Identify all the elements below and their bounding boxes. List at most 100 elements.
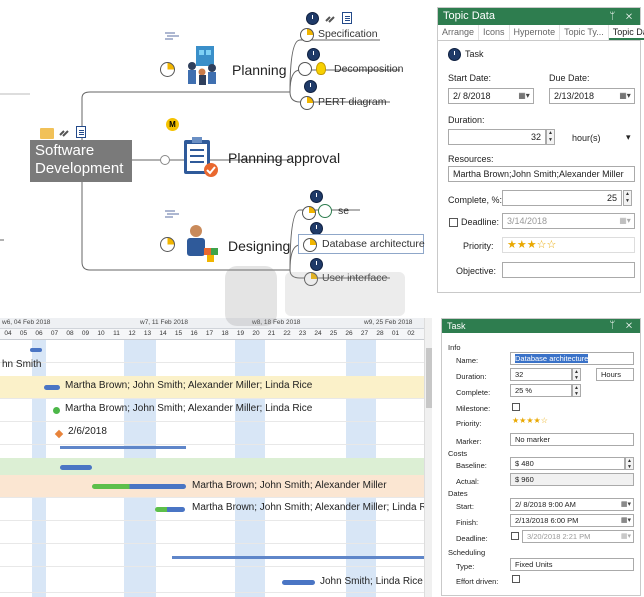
tab-hypernote[interactable]: Hypernote	[510, 25, 561, 40]
finish-field[interactable]: 2/13/2018 6:00 PM	[510, 514, 634, 527]
day-label: 10	[97, 330, 105, 337]
complete-field[interactable]: 25	[502, 190, 622, 206]
gantt-scrollbar[interactable]	[424, 318, 432, 597]
topic-data-title-bar: Topic Data ᛘ ✕	[438, 8, 640, 25]
tab-icons[interactable]: Icons	[479, 25, 510, 40]
branch-designing[interactable]: Designing	[228, 238, 290, 254]
name-field[interactable]: Database architecture	[510, 352, 634, 365]
complete-spinner[interactable]: ▲ ▼	[572, 384, 581, 397]
resource-text: John Smith; Linda Rice	[320, 576, 423, 587]
day-label: 15	[174, 330, 183, 337]
link-icon	[325, 16, 335, 23]
mindmap-canvas[interactable]: Software Development Planning Specificat…	[0, 0, 432, 300]
resources-label: Resources:	[448, 154, 494, 164]
duration-field[interactable]: 32	[448, 129, 546, 145]
pin-icon	[318, 204, 332, 218]
tab-topic-data[interactable]: Topic Data	[608, 25, 644, 40]
task-bar[interactable]	[282, 580, 315, 585]
deadline-checkbox[interactable]	[511, 532, 519, 540]
calendar-dropdown-icon[interactable]: ▦▾	[618, 530, 634, 543]
note-icon	[76, 126, 86, 138]
calendar-dropdown-icon[interactable]: ▦▾	[617, 89, 633, 103]
section-dates: Dates	[448, 489, 468, 498]
resource-text: Martha Brown; John Smith; Alexander Mill…	[192, 480, 387, 491]
resource-text: Martha Brown; John Smith; Alexander Mill…	[65, 380, 313, 391]
calendar-dropdown-icon[interactable]: ▦▾	[617, 214, 633, 228]
topic-specification[interactable]: Specification	[318, 28, 378, 40]
branch-planning[interactable]: Planning	[232, 62, 287, 78]
complete-spinner[interactable]: ▲ ▼	[623, 190, 632, 206]
milestone-dot[interactable]	[53, 407, 60, 414]
task-bar[interactable]	[92, 484, 186, 489]
topic-decomposition[interactable]: Decomposition	[334, 63, 403, 75]
duration-unit-select[interactable]: hour(s)	[572, 133, 601, 143]
gantt-row: John Smith; Linda Rice	[0, 570, 432, 593]
topic-database-architecture[interactable]: Database architecture	[322, 238, 425, 250]
resource-text: Martha Brown; John Smith; Alexander Mill…	[65, 403, 313, 414]
type-select[interactable]: Fixed Units	[510, 558, 634, 571]
progress-pie-icon	[300, 28, 314, 42]
planning-team-icon	[188, 46, 216, 85]
deadline-checkbox[interactable]	[449, 218, 458, 227]
baseline-spinner[interactable]: ▲ ▼	[625, 457, 634, 470]
day-label: 05	[19, 330, 28, 337]
duration-field[interactable]: 32	[510, 368, 572, 381]
summary-bar[interactable]	[60, 446, 186, 449]
task-bar[interactable]	[155, 507, 185, 512]
priority-stars[interactable]: ★★★★☆	[512, 416, 548, 425]
name-value-selected[interactable]: Database architecture	[515, 354, 589, 363]
deadline-label: Deadline:	[456, 534, 488, 543]
panel-window-controls[interactable]: ᛘ ✕	[609, 8, 636, 25]
week-label: w7, 11 Feb 2018	[140, 319, 188, 326]
milestone-diamond[interactable]	[54, 429, 64, 439]
milestone-m-icon: M	[166, 118, 179, 131]
panel-title: Task	[447, 321, 466, 331]
panel-window-controls[interactable]: ᛘ ✕	[609, 319, 636, 333]
resources-field[interactable]: Martha Brown;John Smith;Alexander Miller	[448, 166, 635, 182]
duration-spinner[interactable]: ▲ ▼	[546, 129, 555, 145]
week-label: w6, 04 Feb 2018	[2, 319, 51, 326]
milestone-label: Milestone:	[456, 404, 491, 413]
priority-label: Priority:	[456, 419, 482, 428]
priority-field[interactable]: ★★★☆☆	[502, 237, 635, 253]
topic-pert-diagram[interactable]: PERT diagram	[318, 96, 386, 108]
calendar-dropdown-icon[interactable]: ▦▾	[618, 514, 634, 527]
deadline-label: Deadline:	[461, 217, 500, 227]
priority-stars[interactable]: ★★★☆☆	[507, 239, 556, 251]
milestone-checkbox[interactable]	[512, 403, 520, 411]
branch-planning-approval[interactable]: Planning approval	[228, 150, 340, 166]
tab-arrange[interactable]: Arrange	[438, 25, 480, 40]
section-scheduling: Scheduling	[448, 548, 486, 557]
objective-field[interactable]	[502, 262, 635, 278]
milestone-date: 2/6/2018	[68, 426, 107, 437]
start-field[interactable]: 2/ 8/2018 9:00 AM	[510, 498, 634, 511]
calendar-dropdown-icon[interactable]: ▦▾	[516, 89, 532, 103]
note-icon	[342, 12, 352, 24]
day-label: 12	[128, 330, 136, 337]
day-label: 11	[113, 330, 120, 337]
duration-spinner[interactable]: ▲ ▼	[572, 368, 581, 381]
summary-bar[interactable]	[172, 556, 424, 559]
lines-icon	[165, 210, 179, 218]
chevron-down-icon[interactable]: ▾	[626, 132, 631, 143]
baseline-field[interactable]: $ 480	[510, 457, 625, 470]
priority-label: Priority:	[463, 241, 494, 251]
task-bar[interactable]	[60, 465, 92, 470]
gantt-chart[interactable]: w6, 04 Feb 2018 w7, 11 Feb 2018 w8, 18 F…	[0, 318, 432, 597]
deadline-field[interactable]: 3/14/2018	[502, 213, 635, 229]
topic-se[interactable]: se	[338, 205, 349, 217]
task-bar[interactable]	[30, 348, 42, 352]
scrollbar-thumb[interactable]	[426, 348, 432, 408]
folder-icon	[40, 128, 54, 139]
tab-topic-type[interactable]: Topic Ty...	[560, 25, 609, 40]
objective-label: Objective:	[456, 266, 497, 276]
duration-label: Duration:	[456, 372, 487, 381]
marker-select[interactable]: No marker	[510, 433, 634, 446]
complete-field[interactable]: 25 %	[510, 384, 572, 397]
duration-unit-select[interactable]: Hours	[596, 368, 634, 381]
task-bar[interactable]	[44, 385, 60, 390]
effort-driven-checkbox[interactable]	[512, 575, 520, 583]
central-topic[interactable]: Software Development	[30, 140, 132, 182]
gantt-row: Martha Brown; John Smith; Alexander Mill…	[0, 376, 432, 399]
calendar-dropdown-icon[interactable]: ▦▾	[618, 498, 634, 511]
